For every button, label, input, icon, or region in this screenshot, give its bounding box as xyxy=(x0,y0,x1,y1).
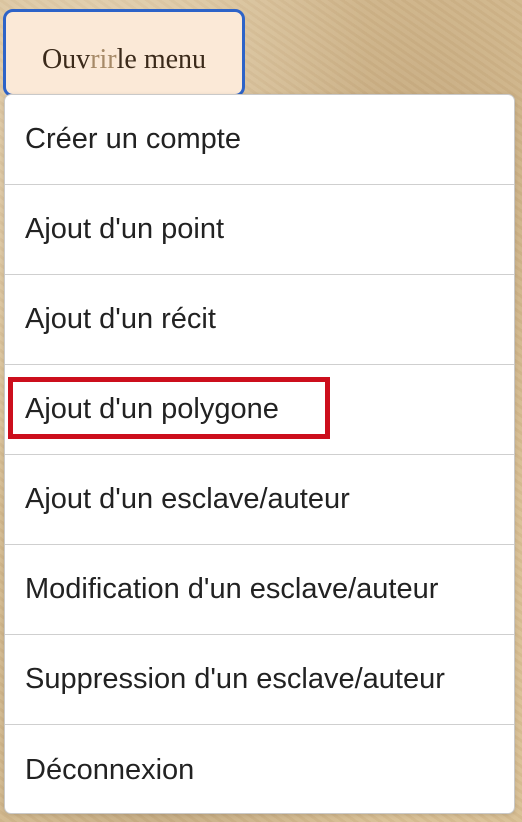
menu-item-label: Déconnexion xyxy=(25,753,195,786)
menu-item-create-account[interactable]: Créer un compte xyxy=(5,95,514,185)
menu-item-label: Ajout d'un esclave/auteur xyxy=(25,483,350,515)
open-menu-label-part2: le menu xyxy=(116,44,207,75)
menu-item-label: Suppression d'un esclave/auteur xyxy=(25,663,445,695)
menu-item-add-story[interactable]: Ajout d'un récit xyxy=(5,275,514,365)
open-menu-label-part1: Ouv xyxy=(41,44,91,75)
menu-item-add-polygon[interactable]: Ajout d'un polygone xyxy=(5,365,514,455)
menu-item-edit-slave-author[interactable]: Modification d'un esclave/auteur xyxy=(5,545,514,635)
menu-item-add-point[interactable]: Ajout d'un point xyxy=(5,185,514,275)
menu-item-label: Ajout d'un récit xyxy=(25,303,216,335)
menu-item-label: Créer un compte xyxy=(25,123,241,155)
menu-item-add-slave-author[interactable]: Ajout d'un esclave/auteur xyxy=(5,455,514,545)
menu-item-label: Ajout d'un point xyxy=(25,213,225,245)
menu-item-logout[interactable]: Déconnexion xyxy=(5,725,514,813)
dropdown-menu: Créer un compte Ajout d'un point Ajout d… xyxy=(4,94,515,814)
open-menu-label-muted: rir xyxy=(90,44,117,75)
menu-item-label: Ajout d'un polygone xyxy=(25,393,279,425)
menu-item-delete-slave-author[interactable]: Suppression d'un esclave/auteur xyxy=(5,635,514,725)
menu-item-label: Modification d'un esclave/auteur xyxy=(25,573,439,605)
open-menu-button[interactable]: Ouv rir le menu xyxy=(3,9,245,97)
